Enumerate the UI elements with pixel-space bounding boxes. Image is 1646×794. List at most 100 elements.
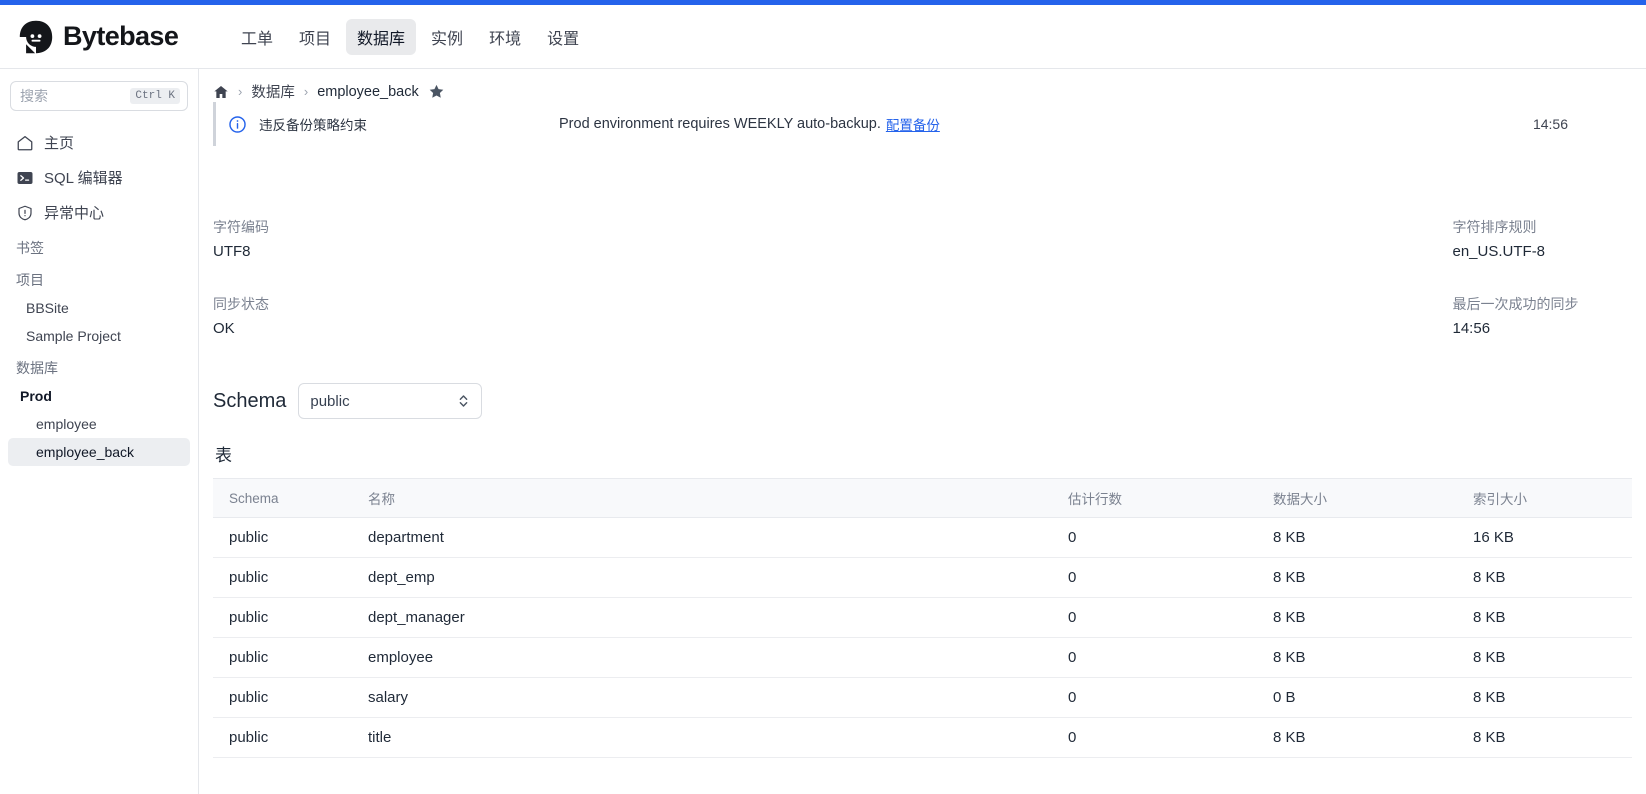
breadcrumb: › 数据库 › employee_back	[199, 69, 1646, 102]
metadata-last-sync-value: 14:56	[1452, 320, 1491, 337]
app-body: 搜索 Ctrl K 主页 SQL 编辑器 异常中心 书签 项目 BBSite S…	[0, 69, 1646, 794]
breadcrumb-home-icon[interactable]	[213, 84, 229, 100]
table-row[interactable]: public title 0 8 KB 8 KB	[213, 717, 1632, 758]
cell-schema: public	[213, 597, 358, 638]
sidebar-item-sql-editor-label: SQL 编辑器	[44, 170, 123, 187]
cell-name[interactable]: department	[358, 517, 1058, 558]
metadata-column-right: 字符排序规则 en_US.UTF-8 最后一次成功的同步 14:56	[923, 217, 1633, 371]
cell-schema: public	[213, 677, 358, 718]
app-header: Bytebase 工单 项目 数据库 实例 环境 设置	[0, 5, 1646, 69]
cell-index-size: 8 KB	[1463, 637, 1632, 678]
metadata-charset-label: 字符编码	[213, 219, 269, 235]
sidebar-section-databases: 数据库	[16, 360, 58, 376]
table-row[interactable]: public dept_emp 0 8 KB 8 KB	[213, 557, 1632, 598]
database-metadata: 字符编码 UTF8 同步状态 OK 字符排序规则 en_US.UTF-8 最后一…	[213, 155, 1632, 371]
schema-select-value: public	[310, 392, 350, 410]
table-row[interactable]: public salary 0 0 B 8 KB	[213, 677, 1632, 718]
search-input[interactable]: 搜索 Ctrl K	[10, 81, 188, 111]
cell-name[interactable]: employee	[358, 637, 1058, 678]
metadata-collation-value: en_US.UTF-8	[1452, 243, 1546, 260]
cell-index-size: 8 KB	[1463, 557, 1632, 598]
sidebar-item-anomaly-center[interactable]: 异常中心	[8, 195, 190, 230]
main-content: › 数据库 › employee_back 违反备份策略约束 Prod envi…	[199, 69, 1646, 794]
tables-col-schema: Schema	[213, 478, 358, 518]
alert-message: Prod environment requires WEEKLY auto-ba…	[559, 116, 881, 132]
cell-data-size: 0 B	[1263, 677, 1463, 718]
breadcrumb-item-databases[interactable]: 数据库	[251, 81, 295, 102]
cell-data-size: 8 KB	[1263, 717, 1463, 758]
home-icon	[16, 134, 34, 152]
metadata-sync-status-value: OK	[213, 320, 235, 337]
sidebar-item-sql-editor[interactable]: SQL 编辑器	[8, 160, 190, 195]
table-row[interactable]: public dept_manager 0 8 KB 8 KB	[213, 597, 1632, 638]
nav-item-instances[interactable]: 实例	[420, 19, 474, 55]
nav-item-environments[interactable]: 环境	[478, 19, 532, 55]
metadata-collation: 字符排序规则 en_US.UTF-8	[1453, 217, 1633, 260]
metadata-last-sync: 最后一次成功的同步 14:56	[1453, 294, 1633, 337]
cell-index-size: 16 KB	[1463, 517, 1632, 558]
cell-name[interactable]: salary	[358, 677, 1058, 718]
search-placeholder: 搜索	[20, 88, 48, 104]
table-row[interactable]: public employee 0 8 KB 8 KB	[213, 637, 1632, 678]
alert-timestamp: 14:56	[1532, 116, 1568, 132]
cell-schema: public	[213, 637, 358, 678]
tables-table-body: public department 0 8 KB 16 KB public de…	[213, 517, 1632, 758]
nav-item-tickets[interactable]: 工单	[230, 19, 284, 55]
alert-title: 违反备份策略约束	[259, 118, 367, 133]
cell-name[interactable]: dept_emp	[358, 557, 1058, 598]
tables-col-rows: 估计行数	[1058, 478, 1263, 518]
sidebar-item-db-employee-back[interactable]: employee_back	[8, 438, 190, 466]
nav-item-projects[interactable]: 项目	[288, 19, 342, 55]
schema-select[interactable]: public	[298, 383, 483, 419]
cell-rows: 0	[1058, 677, 1263, 718]
cell-index-size: 8 KB	[1463, 717, 1632, 758]
cell-data-size: 8 KB	[1263, 557, 1463, 598]
alert-configure-backup-link[interactable]: 配置备份	[886, 114, 940, 134]
metadata-charset-value: UTF8	[213, 243, 251, 260]
star-icon[interactable]	[428, 83, 445, 100]
cell-schema: public	[213, 717, 358, 758]
cell-name[interactable]: title	[358, 717, 1058, 758]
brand[interactable]: Bytebase	[18, 19, 208, 55]
cell-name[interactable]: dept_manager	[358, 597, 1058, 638]
schema-label: Schema	[213, 389, 287, 412]
nav-item-settings[interactable]: 设置	[536, 19, 590, 55]
shield-alert-icon	[16, 204, 34, 222]
sidebar-item-db-employee[interactable]: employee	[8, 410, 190, 438]
tables-col-data-size: 数据大小	[1263, 478, 1463, 518]
sidebar-section-projects: 项目	[16, 272, 44, 288]
nav-item-databases[interactable]: 数据库	[346, 18, 417, 55]
tables-section-title: 表	[215, 446, 232, 465]
bytebase-logo-icon	[18, 19, 54, 55]
sidebar-section-bookmarks: 书签	[16, 240, 44, 256]
chevron-up-down-icon	[457, 392, 470, 410]
sidebar-group-prod[interactable]: Prod	[8, 382, 190, 410]
metadata-collation-label: 字符排序规则	[1452, 219, 1537, 235]
database-detail-content: 字符编码 UTF8 同步状态 OK 字符排序规则 en_US.UTF-8 最后一…	[199, 155, 1646, 794]
brand-name: Bytebase	[63, 21, 179, 51]
app-root: Bytebase 工单 项目 数据库 实例 环境 设置 搜索 Ctrl K 主页…	[0, 0, 1646, 794]
search-shortcut-badge: Ctrl K	[130, 88, 180, 104]
breadcrumb-separator-1: ›	[238, 84, 243, 99]
table-row[interactable]: public department 0 8 KB 16 KB	[213, 517, 1632, 558]
cell-rows: 0	[1058, 637, 1263, 678]
cell-rows: 0	[1058, 517, 1263, 558]
cell-rows: 0	[1058, 717, 1263, 758]
sidebar-item-project-sample[interactable]: Sample Project	[8, 322, 190, 350]
cell-index-size: 8 KB	[1463, 597, 1632, 638]
metadata-charset: 字符编码 UTF8	[213, 217, 923, 260]
sidebar-item-project-bbsite[interactable]: BBSite	[8, 294, 190, 322]
cell-rows: 0	[1058, 597, 1263, 638]
sidebar-item-home-label: 主页	[44, 135, 75, 152]
tables-header-row: Schema 名称 估计行数 数据大小 索引大小	[213, 478, 1632, 518]
info-circle-icon	[228, 115, 247, 134]
backup-policy-alert: 违反备份策略约束 Prod environment requires WEEKL…	[213, 102, 1646, 146]
sidebar-item-home[interactable]: 主页	[8, 125, 190, 160]
cell-data-size: 8 KB	[1263, 597, 1463, 638]
breadcrumb-item-current: employee_back	[317, 83, 419, 100]
schema-selector-row: Schema public	[213, 383, 1632, 419]
cell-schema: public	[213, 557, 358, 598]
cell-schema: public	[213, 517, 358, 558]
sidebar: 搜索 Ctrl K 主页 SQL 编辑器 异常中心 书签 项目 BBSite S…	[0, 69, 199, 794]
metadata-sync-status: 同步状态 OK	[213, 294, 923, 337]
